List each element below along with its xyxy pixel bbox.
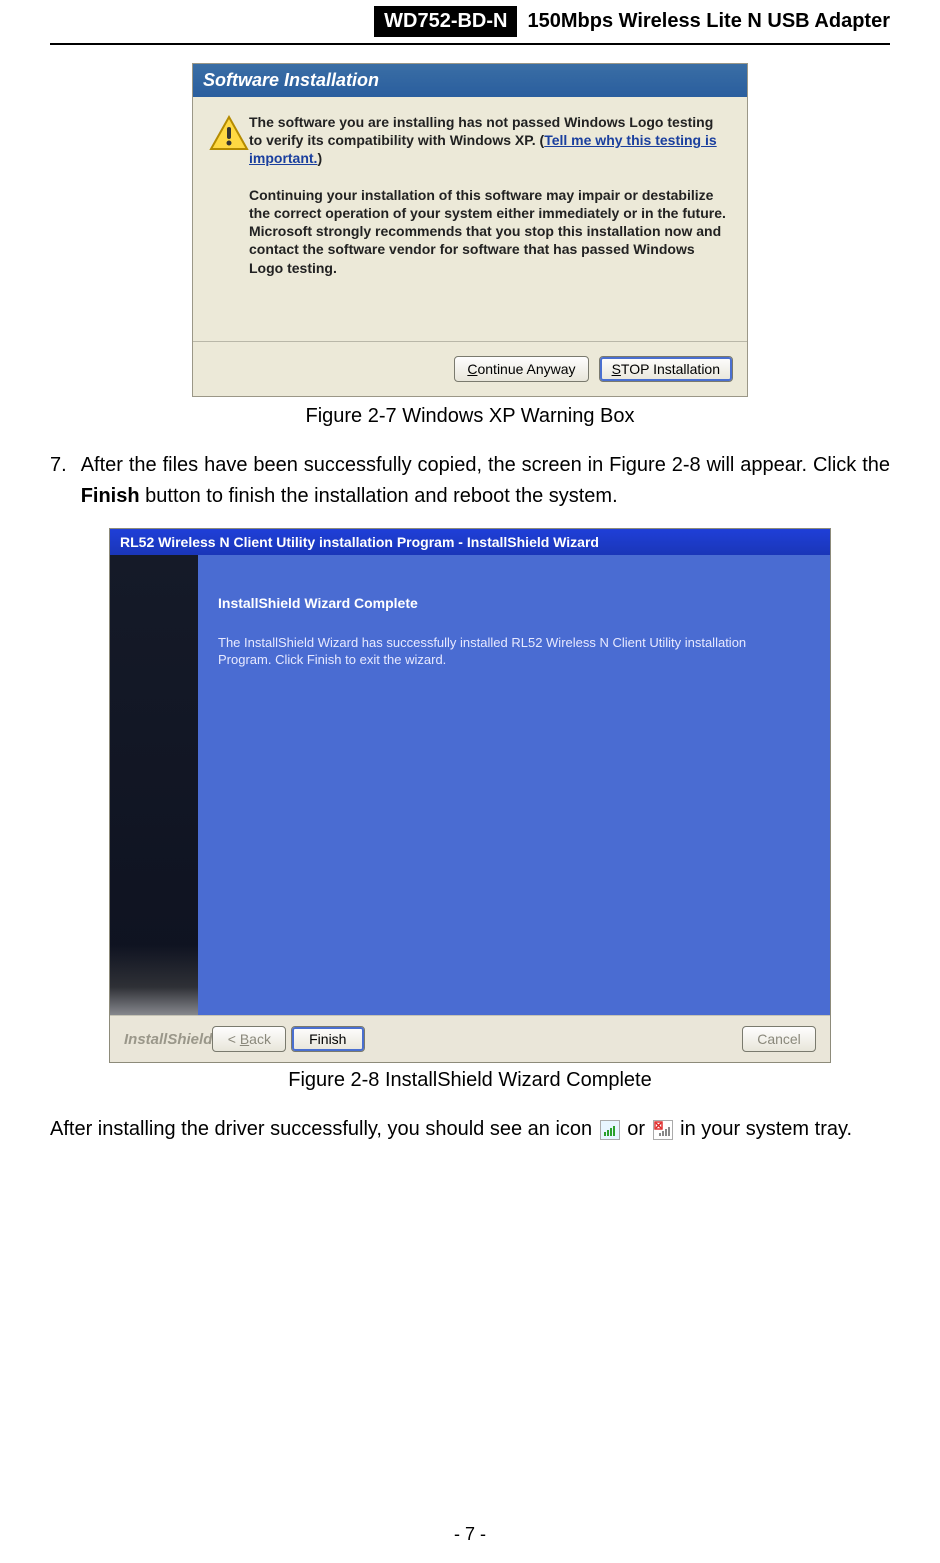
installer-title: RL52 Wireless N Client Utility installat… [110,529,830,555]
tray-signal-icon [600,1120,620,1140]
stop-installation-button[interactable]: STOP Installation [599,356,733,382]
screenshot-installshield-complete: RL52 Wireless N Client Utility installat… [109,528,831,1063]
product-model: WD752-BD-N [374,6,517,37]
finish-label-ref: Finish [81,485,140,507]
page-header: WD752-BD-N 150Mbps Wireless Lite N USB A… [50,0,890,45]
screenshot-windows-warning: Software Installation The software you a… [192,63,748,397]
installer-heading: InstallShield Wizard Complete [218,595,802,611]
step-7: 7. After the files have been successfull… [50,450,890,512]
finish-button[interactable]: Finish [291,1026,365,1052]
closing-sentence: After installing the driver successfully… [50,1114,890,1145]
dialog-body-text: The software you are installing has not … [249,113,727,331]
figure-2-7-caption: Figure 2-7 Windows XP Warning Box [50,405,890,428]
page-number: - 7 - [0,1524,940,1545]
dialog-title: Software Installation [193,64,747,97]
installshield-brand: InstallShield [124,1031,212,1048]
figure-2-8-caption: Figure 2-8 InstallShield Wizard Complete [50,1069,890,1092]
cancel-button[interactable]: Cancel [742,1026,816,1052]
installer-body: The InstallShield Wizard has successfull… [218,635,802,669]
installer-side-banner [110,555,198,1015]
continue-anyway-button[interactable]: Continue Anyway [454,356,588,382]
dialog-strong-warning: Continuing your installation of this sof… [249,187,726,276]
back-button[interactable]: < Back [212,1026,286,1052]
product-title: 150Mbps Wireless Lite N USB Adapter [527,10,890,33]
warning-icon [209,113,249,331]
tray-disconnected-icon [653,1120,673,1140]
step-number: 7. [50,450,67,512]
